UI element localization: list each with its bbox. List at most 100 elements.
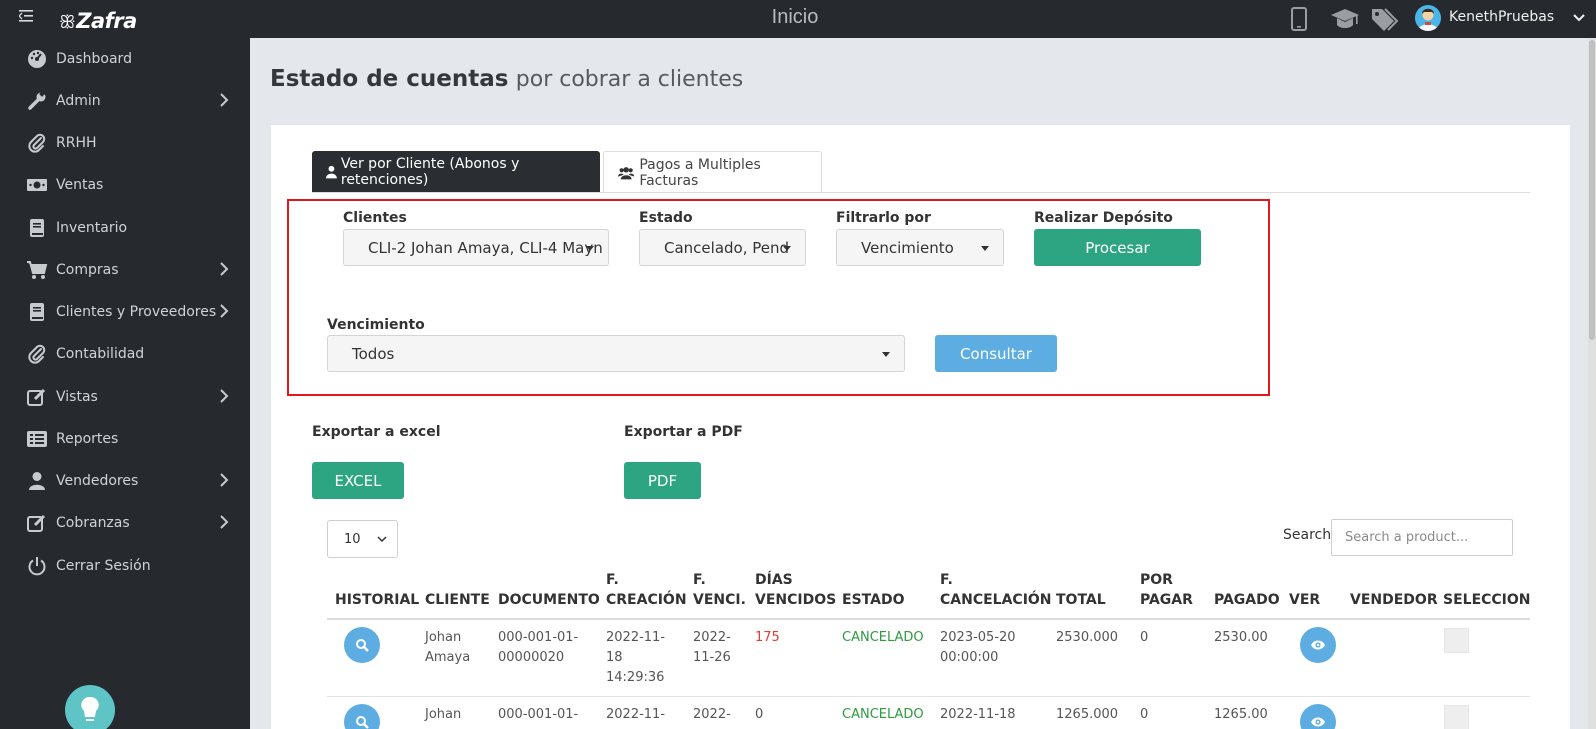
search-icon [356,639,369,652]
avatar[interactable] [1415,5,1441,31]
money-icon [26,174,48,196]
export-pdf-label: Exportar a PDF [624,424,743,440]
sidebar: ꕥZafra Dashboard Admin RRHH Ventas Inven… [0,0,250,729]
sidebar-item-label: Inventario [56,220,128,236]
consultar-button[interactable]: Consultar [935,335,1057,372]
sidebar-item-vendedores[interactable]: Vendedores [0,462,250,500]
th-total: TOTAL [1056,592,1106,608]
help-lightbulb-button[interactable] [65,685,115,729]
top-bar: Inicio KenethPruebas [250,0,1596,38]
tab-ver-por-cliente[interactable]: Ver por Cliente (Abonos y retenciones) [312,151,600,193]
user-menu-name[interactable]: KenethPruebas [1449,9,1554,25]
th-f-creacion: F. CREACIÓN [606,572,687,608]
sidebar-item-clientes-proveedores[interactable]: Clientes y Proveedores [0,293,250,331]
sidebar-item-ventas[interactable]: Ventas [0,166,250,204]
cell-total: 1265.000 [1056,707,1119,722]
sidebar-item-cerrar-sesion[interactable]: Cerrar Sesión [0,547,250,585]
table-row-divider [327,696,1530,697]
sidebar-item-compras[interactable]: Compras [0,251,250,289]
th-ver: VER [1289,592,1321,608]
sidebar-item-vistas[interactable]: Vistas [0,378,250,416]
cell-total: 2530.000 [1056,630,1119,645]
sidebar-item-inventario[interactable]: Inventario [0,209,250,247]
th-por-pagar: POR PAGAR [1140,572,1193,608]
sidebar-item-admin[interactable]: Admin [0,82,250,120]
cell-dias-vencidos: 0 [755,707,764,722]
chevron-right-icon [220,93,229,107]
edit-icon [26,512,48,534]
page-size-select[interactable]: 10 [327,520,398,558]
tab-pagos-multiples-facturas[interactable]: Pagos a Multiples Facturas [603,151,822,193]
select-checkbox[interactable] [1444,705,1469,729]
vencimiento-select[interactable]: Todos [327,335,905,372]
graduation-cap-icon[interactable] [1330,8,1360,34]
search-input[interactable]: Search a product... [1331,519,1513,556]
users-icon [618,166,635,179]
sidebar-item-label: Admin [56,93,101,109]
filtrar-label: Filtrarlo por [836,210,931,226]
sidebar-item-label: RRHH [56,135,97,151]
sidebar-item-label: Cobranzas [56,515,130,531]
mobile-icon[interactable] [1291,7,1307,35]
edit-icon [26,386,48,408]
excel-button[interactable]: EXCEL [312,462,404,499]
chevron-right-icon [220,473,229,487]
caret-down-icon [981,246,989,251]
menu-toggle-icon[interactable] [18,10,33,26]
caret-down-icon [882,352,890,357]
sidebar-item-label: Reportes [56,431,119,447]
wrench-icon [26,90,48,112]
sidebar-item-label: Cerrar Sesión [56,558,151,574]
search-icon [356,716,369,729]
th-seleccionar: SELECCIONA [1443,592,1530,608]
ver-button[interactable] [1300,627,1336,663]
clientes-select[interactable]: CLI-2 Johan Amaya, CLI-4 Mayn [343,229,609,266]
chevron-down-icon [377,536,387,543]
cell-cliente: Johan [425,707,462,722]
th-documento: DOCUMENTO [498,592,600,608]
sidebar-item-contabilidad[interactable]: Contabilidad [0,335,250,373]
pdf-button[interactable]: PDF [624,462,701,499]
clientes-label: Clientes [343,210,407,226]
sidebar-item-label: Vistas [56,389,98,405]
caret-down-icon [586,246,594,251]
estado-select[interactable]: Cancelado, Pend [639,229,806,266]
cell-f-creacion: 2022-11- 18 14:29:36 [606,630,666,685]
book-icon [26,217,48,239]
app-logo[interactable]: ꕥZafra [59,9,137,33]
scrollbar-thumb[interactable] [1589,40,1595,340]
eye-icon [1311,640,1325,650]
cell-por-pagar: 0 [1140,630,1149,645]
th-pagado: PAGADO [1214,592,1280,608]
cell-f-venci: 2022- 11-26 [693,630,731,665]
select-checkbox[interactable] [1444,628,1469,653]
user-icon [326,165,337,179]
chevron-right-icon [220,262,229,276]
user-icon [26,470,48,492]
sidebar-item-rrhh[interactable]: RRHH [0,124,250,162]
cell-f-venci: 2022- [693,707,731,722]
cell-pagado: 1265.00 [1214,707,1268,722]
cell-estado: CANCELADO [842,707,924,722]
cell-f-creacion: 2022-11- [606,707,666,722]
export-excel-label: Exportar a excel [312,424,441,440]
chevron-right-icon [220,515,229,529]
lightbulb-icon [81,696,99,721]
procesar-button[interactable]: Procesar [1034,229,1201,266]
chevron-down-icon[interactable] [1573,13,1585,23]
sidebar-item-cobranzas[interactable]: Cobranzas [0,504,250,542]
vertical-scrollbar[interactable] [1588,38,1596,729]
paperclip-icon [26,132,48,154]
filtrar-select[interactable]: Vencimiento [836,229,1004,266]
historial-button[interactable] [344,627,380,663]
cell-documento: 000-001-01- [498,707,579,722]
cell-cliente: Johan Amaya [425,630,471,665]
cart-icon [26,259,48,281]
chevron-right-icon [220,304,229,318]
dashboard-icon [26,48,48,70]
sidebar-item-reportes[interactable]: Reportes [0,420,250,458]
sidebar-item-dashboard[interactable]: Dashboard [0,40,250,78]
caret-down-icon [783,246,791,251]
tags-icon[interactable] [1370,7,1400,35]
estado-label: Estado [639,210,693,226]
